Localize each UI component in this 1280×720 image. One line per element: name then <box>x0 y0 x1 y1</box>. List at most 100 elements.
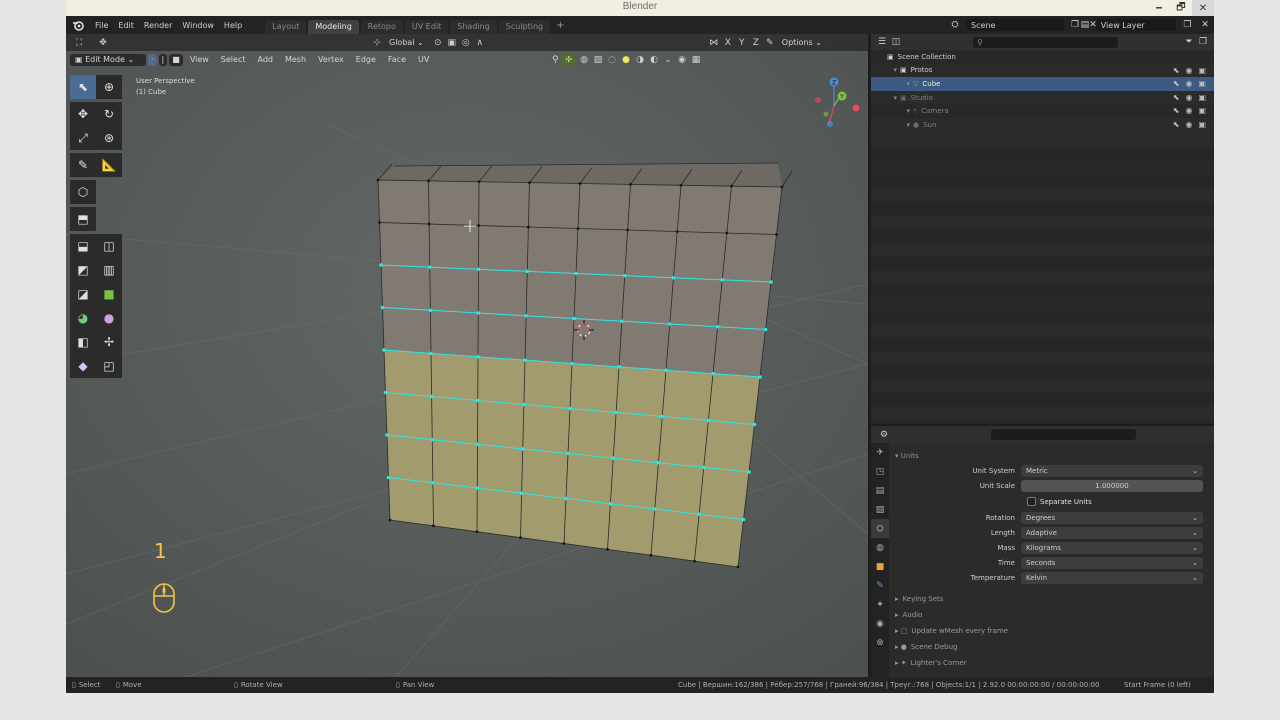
tool-move-icon[interactable]: ✥ <box>96 37 110 49</box>
annotate-tool[interactable]: ✎ <box>70 153 96 177</box>
new-view-layer-icon[interactable]: ❐ <box>1180 19 1194 31</box>
outliner-row-cube[interactable]: ▾ ▽ Cube ⬉ ◉ ▣ <box>871 77 1214 91</box>
proportional-icon[interactable]: ◎ <box>459 37 473 49</box>
render-toggle-icon[interactable]: ▣ <box>1198 79 1206 88</box>
subpanel-lighter-s-corner[interactable]: ▸ ✦ Lighter's Corner <box>893 655 1210 671</box>
maximize-button[interactable]: 🗗 <box>1170 0 1192 16</box>
vertex[interactable] <box>675 230 679 233</box>
rip-tool[interactable]: ◰ <box>96 354 122 378</box>
vertex[interactable] <box>606 547 609 551</box>
visibility-toggle-icon[interactable]: ◉ <box>1185 106 1192 115</box>
bevel-tool[interactable]: ◩ <box>70 258 96 282</box>
axis-y-toggle[interactable]: Y <box>735 37 749 49</box>
selected-vertex[interactable] <box>701 465 706 470</box>
pivot-icon[interactable]: ⊙ <box>431 37 445 49</box>
temperature-dropdown[interactable]: Kelvin ⌄ <box>1021 571 1203 584</box>
tab-sculpting[interactable]: Sculpting <box>498 20 551 34</box>
selected-vertex[interactable] <box>715 324 720 329</box>
close-button[interactable]: ✕ <box>1192 0 1214 16</box>
selected-vertex[interactable] <box>711 371 715 376</box>
visibility-toggle-icon[interactable]: ◉ <box>1185 79 1192 88</box>
shrink-fatten-tool[interactable]: ✢ <box>96 330 122 354</box>
selected-vertex[interactable] <box>622 273 627 278</box>
poly-build-tool[interactable]: ■ <box>96 282 122 306</box>
selected-vertex[interactable] <box>520 447 525 451</box>
select-box-tool[interactable]: ⬉ <box>70 75 96 99</box>
vertex[interactable] <box>780 185 784 189</box>
render-toggle-icon[interactable]: ▣ <box>1198 66 1206 75</box>
mass-dropdown[interactable]: Kilograms ⌄ <box>1021 541 1203 554</box>
add-cube-tool[interactable]: ⬡ <box>70 180 96 204</box>
selected-vertex[interactable] <box>383 390 388 395</box>
viewport-canvas[interactable] <box>66 34 868 677</box>
select-toggle-icon[interactable]: ⬉ <box>1173 66 1180 75</box>
extrude-region-tool[interactable]: ⬓ <box>70 234 96 258</box>
properties-search-input[interactable] <box>991 429 1136 440</box>
select-toggle-icon[interactable]: ⬉ <box>1173 79 1180 88</box>
length-dropdown[interactable]: Adaptive ⌄ <box>1021 526 1203 539</box>
vertex[interactable] <box>477 224 481 227</box>
remove-view-layer-icon[interactable]: ✕ <box>1198 19 1212 31</box>
filter-icon[interactable]: ⏷ <box>1182 36 1196 48</box>
menu-select[interactable]: Select <box>216 54 251 66</box>
particles-tab-icon[interactable]: ✦ <box>871 595 889 614</box>
visibility-filter-icon[interactable]: ⚲ <box>548 54 562 66</box>
selected-vertex[interactable] <box>758 375 762 379</box>
separate-units-checkbox[interactable]: Separate Units <box>1027 497 1092 506</box>
selected-vertex[interactable] <box>697 512 701 517</box>
tab-modeling[interactable]: Modeling <box>308 20 359 34</box>
selected-vertex[interactable] <box>747 470 751 474</box>
selected-vertex[interactable] <box>475 486 480 490</box>
tab-shading[interactable]: Shading <box>450 20 497 34</box>
menu-face[interactable]: Face <box>383 54 411 66</box>
new-collection-icon[interactable]: ❐ <box>1196 36 1210 48</box>
vertex[interactable] <box>693 559 696 563</box>
selected-vertex[interactable] <box>614 410 618 415</box>
constraints-tab-icon[interactable]: ⊗ <box>871 633 889 652</box>
selected-vertex[interactable] <box>427 265 432 269</box>
selected-vertex[interactable] <box>380 305 385 310</box>
units-panel-header[interactable]: ▾ Units <box>893 448 1210 463</box>
menu-file[interactable]: File <box>90 21 113 30</box>
scene-tab-icon[interactable]: ⛭ <box>871 519 889 538</box>
vertex[interactable] <box>725 231 729 235</box>
eye-icon[interactable]: ◉ <box>675 54 689 66</box>
gizmo-toggle-icon[interactable]: ✣ <box>562 53 576 66</box>
selected-vertex[interactable] <box>574 271 578 276</box>
menu-add[interactable]: Add <box>252 54 278 66</box>
selected-vertex[interactable] <box>519 491 524 496</box>
selected-vertex[interactable] <box>429 394 434 399</box>
vertex[interactable] <box>736 565 740 569</box>
xray-toggle-icon[interactable]: ▧ <box>591 54 605 66</box>
selected-vertex[interactable] <box>524 313 528 318</box>
shading-material-icon[interactable]: ◑ <box>633 54 647 66</box>
outliner-row-camera[interactable]: ▾ ⌾ Camera ⬉ ◉ ▣ <box>871 104 1214 118</box>
selected-vertex[interactable] <box>572 316 576 321</box>
selected-vertex[interactable] <box>385 433 389 437</box>
render-tab-icon[interactable]: ◳ <box>871 462 889 481</box>
vertex[interactable] <box>528 181 531 185</box>
selected-vertex[interactable] <box>476 311 481 315</box>
rotation-dropdown[interactable]: Degrees ⌄ <box>1021 511 1203 524</box>
render-toggle-icon[interactable]: ▣ <box>1198 120 1206 129</box>
outliner-row-protos[interactable]: ▾ ▣ Protos ⬉ ◉ ▣ <box>871 63 1214 78</box>
selected-vertex[interactable] <box>671 275 676 280</box>
menu-vertex[interactable]: Vertex <box>313 54 349 66</box>
menu-edit[interactable]: Edit <box>113 21 139 30</box>
selected-vertex[interactable] <box>652 507 657 511</box>
falloff-icon[interactable]: ∧ <box>473 37 487 49</box>
select-toggle-icon[interactable]: ⬉ <box>1173 93 1180 102</box>
tab-retopo[interactable]: Retopo <box>360 20 403 34</box>
selected-vertex[interactable] <box>660 414 665 419</box>
3d-viewport[interactable]: ⛶ ✥ ⊹ Global ⌄ ⊙ ▣ ◎ ∧ ⋈ X Y Z ✎ Options… <box>66 34 868 677</box>
transform-orientation-dropdown[interactable]: Global ⌄ <box>384 37 429 49</box>
selected-vertex[interactable] <box>611 456 616 460</box>
selected-vertex[interactable] <box>564 496 568 501</box>
mirror-icon[interactable]: ⋈ <box>707 37 721 49</box>
move-tool[interactable]: ✥ <box>70 102 96 126</box>
outliner-row-sun[interactable]: ▾ ● Sun ⬉ ◉ ▣ <box>871 117 1214 132</box>
edge-slide-tool[interactable]: ◧ <box>70 330 96 354</box>
selected-vertex[interactable] <box>428 308 433 313</box>
properties-editor-icon[interactable]: ⚙ <box>877 429 891 441</box>
vertex[interactable] <box>626 228 630 232</box>
